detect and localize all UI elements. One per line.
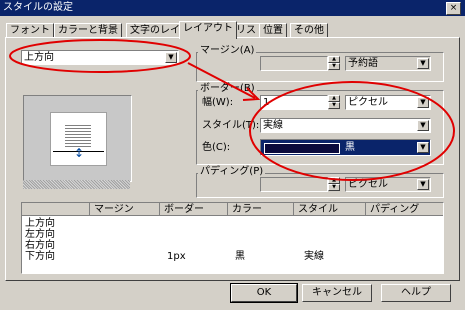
spin-down-icon[interactable]: ▼ bbox=[328, 184, 340, 191]
preview-pattern-strip bbox=[23, 180, 130, 189]
table-cell-border: 1px bbox=[167, 251, 186, 262]
chevron-down-icon[interactable]: ▼ bbox=[417, 58, 429, 69]
border-color-value: 黒 bbox=[345, 142, 355, 153]
spin-up-icon[interactable]: ▲ bbox=[328, 56, 340, 63]
border-legend: ボーダー(B) bbox=[198, 83, 257, 95]
border-color-select[interactable]: 黒 ▼ bbox=[260, 139, 431, 156]
chevron-down-icon[interactable]: ▼ bbox=[417, 120, 429, 131]
table-row-label[interactable]: 上方向 bbox=[25, 218, 55, 229]
dialog-title: スタイルの設定 bbox=[3, 2, 73, 13]
tab-other[interactable]: その他 bbox=[290, 23, 328, 38]
spin-up-icon[interactable]: ▲ bbox=[328, 177, 340, 184]
text-lines-icon bbox=[65, 123, 91, 147]
title-bar: スタイルの設定 × bbox=[0, 0, 465, 16]
padding-spinner[interactable]: ▲ ▼ bbox=[328, 177, 340, 192]
margin-legend: マージン(A) bbox=[198, 45, 257, 57]
color-swatch bbox=[264, 143, 340, 154]
margin-spinner[interactable]: ▲ ▼ bbox=[328, 56, 340, 71]
border-width-input[interactable]: 1 bbox=[260, 95, 328, 110]
up-down-arrow-icon: ↕ bbox=[74, 146, 85, 160]
border-style-label: スタイル(T): bbox=[202, 120, 260, 131]
table-row-label[interactable]: 左方向 bbox=[25, 229, 55, 240]
table-cell-color: 黒 bbox=[235, 251, 245, 262]
style-settings-dialog: スタイルの設定 × フォント カラーと背景 文字のレイアウト レイアウト リスト… bbox=[0, 0, 465, 310]
spin-down-icon[interactable]: ▼ bbox=[328, 63, 340, 70]
chevron-down-icon[interactable]: ▼ bbox=[417, 179, 429, 190]
spin-down-icon[interactable]: ▼ bbox=[328, 102, 340, 109]
border-style-select[interactable]: 実線 ▼ bbox=[260, 118, 431, 133]
tab-layout[interactable]: レイアウト bbox=[179, 21, 237, 39]
chevron-down-icon[interactable]: ▼ bbox=[417, 97, 429, 108]
padding-value-input[interactable] bbox=[260, 177, 328, 192]
border-style-value: 実線 bbox=[263, 120, 283, 131]
close-button[interactable]: × bbox=[446, 2, 461, 15]
border-width-unit-select[interactable]: ピクセル ▼ bbox=[345, 95, 431, 110]
padding-legend: パディング(P) bbox=[198, 166, 266, 178]
padding-unit-value: ピクセル bbox=[348, 179, 388, 190]
table-cell-style: 実線 bbox=[304, 251, 324, 262]
direction-select[interactable]: 上方向 ▼ bbox=[21, 50, 179, 65]
margin-unit-select[interactable]: 予約語 ▼ bbox=[345, 56, 431, 71]
padding-unit-select[interactable]: ピクセル ▼ bbox=[345, 177, 431, 192]
margin-unit-value: 予約語 bbox=[348, 58, 378, 69]
ok-button[interactable]: OK bbox=[230, 283, 298, 303]
table-header-cell bbox=[22, 203, 90, 216]
table-header-color[interactable]: カラー bbox=[228, 203, 294, 216]
border-width-unit-value: ピクセル bbox=[348, 97, 388, 108]
tab-color-background[interactable]: カラーと背景 bbox=[54, 23, 122, 38]
summary-table: マージン ボーダー カラー スタイル パディング 上方向 左方向 右方向 下方向… bbox=[21, 202, 444, 274]
cancel-button[interactable]: キャンセル bbox=[302, 284, 372, 302]
table-header-border[interactable]: ボーダー bbox=[160, 203, 228, 216]
border-width-spinner[interactable]: ▲ ▼ bbox=[328, 95, 340, 110]
table-header-padding[interactable]: パディング bbox=[366, 203, 443, 216]
preview-box: ↕ bbox=[50, 112, 107, 166]
border-color-label: 色(C): bbox=[202, 142, 231, 153]
direction-select-value: 上方向 bbox=[24, 52, 54, 63]
table-header-style[interactable]: スタイル bbox=[294, 203, 366, 216]
tab-font[interactable]: フォント bbox=[6, 23, 54, 38]
border-width-label: 幅(W): bbox=[202, 97, 234, 108]
table-header-margin[interactable]: マージン bbox=[90, 203, 160, 216]
margin-value-input[interactable] bbox=[260, 56, 328, 71]
border-preview: ↕ bbox=[23, 95, 132, 182]
spin-up-icon[interactable]: ▲ bbox=[328, 95, 340, 102]
chevron-down-icon[interactable]: ▼ bbox=[165, 52, 177, 63]
help-button[interactable]: ヘルプ bbox=[381, 284, 451, 302]
table-row-label[interactable]: 下方向 bbox=[25, 251, 55, 262]
chevron-down-icon[interactable]: ▼ bbox=[417, 142, 429, 153]
table-row-label[interactable]: 右方向 bbox=[25, 240, 55, 251]
tab-position[interactable]: 位置 bbox=[259, 23, 287, 38]
